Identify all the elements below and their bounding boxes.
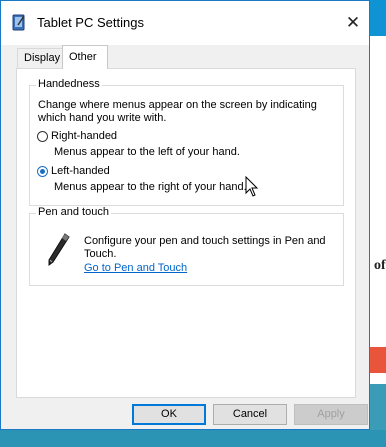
close-button[interactable]: ✕ — [341, 11, 365, 35]
tab-other[interactable]: Other — [62, 45, 108, 69]
tab-panel-other: Handedness Change where menus appear on … — [16, 68, 356, 398]
background-bottom-strip — [0, 430, 386, 447]
pen-and-touch-description: Configure your pen and touch settings in… — [84, 235, 326, 260]
right-handed-description: Menus appear to the left of your hand. — [54, 146, 240, 158]
apply-button[interactable]: Apply — [294, 404, 368, 425]
window-title: Tablet PC Settings — [37, 15, 144, 30]
background-header-strip — [370, 0, 386, 36]
background-partial-text: of — [374, 258, 386, 273]
cancel-button[interactable]: Cancel — [213, 404, 287, 425]
left-handed-description: Menus appear to the right of your hand. — [54, 181, 247, 193]
background-red-block — [370, 347, 386, 373]
left-handed-option[interactable]: Left-handed — [37, 165, 110, 177]
left-handed-label[interactable]: Left-handed — [51, 165, 110, 177]
handedness-description: Change where menus appear on the screen … — [38, 99, 317, 124]
tablet-settings-icon — [12, 14, 25, 31]
handedness-group: Handedness Change where menus appear on … — [29, 78, 344, 206]
mouse-cursor-icon — [245, 176, 259, 197]
go-to-pen-and-touch-link[interactable]: Go to Pen and Touch — [84, 262, 187, 274]
title-bar[interactable]: Tablet PC Settings ✕ — [1, 1, 369, 45]
right-handed-option[interactable]: Right-handed — [37, 130, 117, 142]
tablet-pc-settings-dialog: Tablet PC Settings ✕ Display Other Hande… — [0, 0, 370, 430]
left-handed-radio[interactable] — [37, 165, 48, 177]
right-handed-label[interactable]: Right-handed — [51, 130, 117, 142]
pen-icon — [48, 233, 70, 266]
tab-display[interactable]: Display — [17, 48, 63, 68]
handedness-legend: Handedness — [36, 78, 102, 90]
pen-and-touch-legend: Pen and touch — [36, 206, 111, 218]
right-handed-radio[interactable] — [37, 130, 48, 142]
pen-and-touch-group: Pen and touch Configure your pen and tou… — [29, 206, 344, 286]
background-page — [370, 0, 386, 447]
ok-button[interactable]: OK — [132, 404, 206, 425]
